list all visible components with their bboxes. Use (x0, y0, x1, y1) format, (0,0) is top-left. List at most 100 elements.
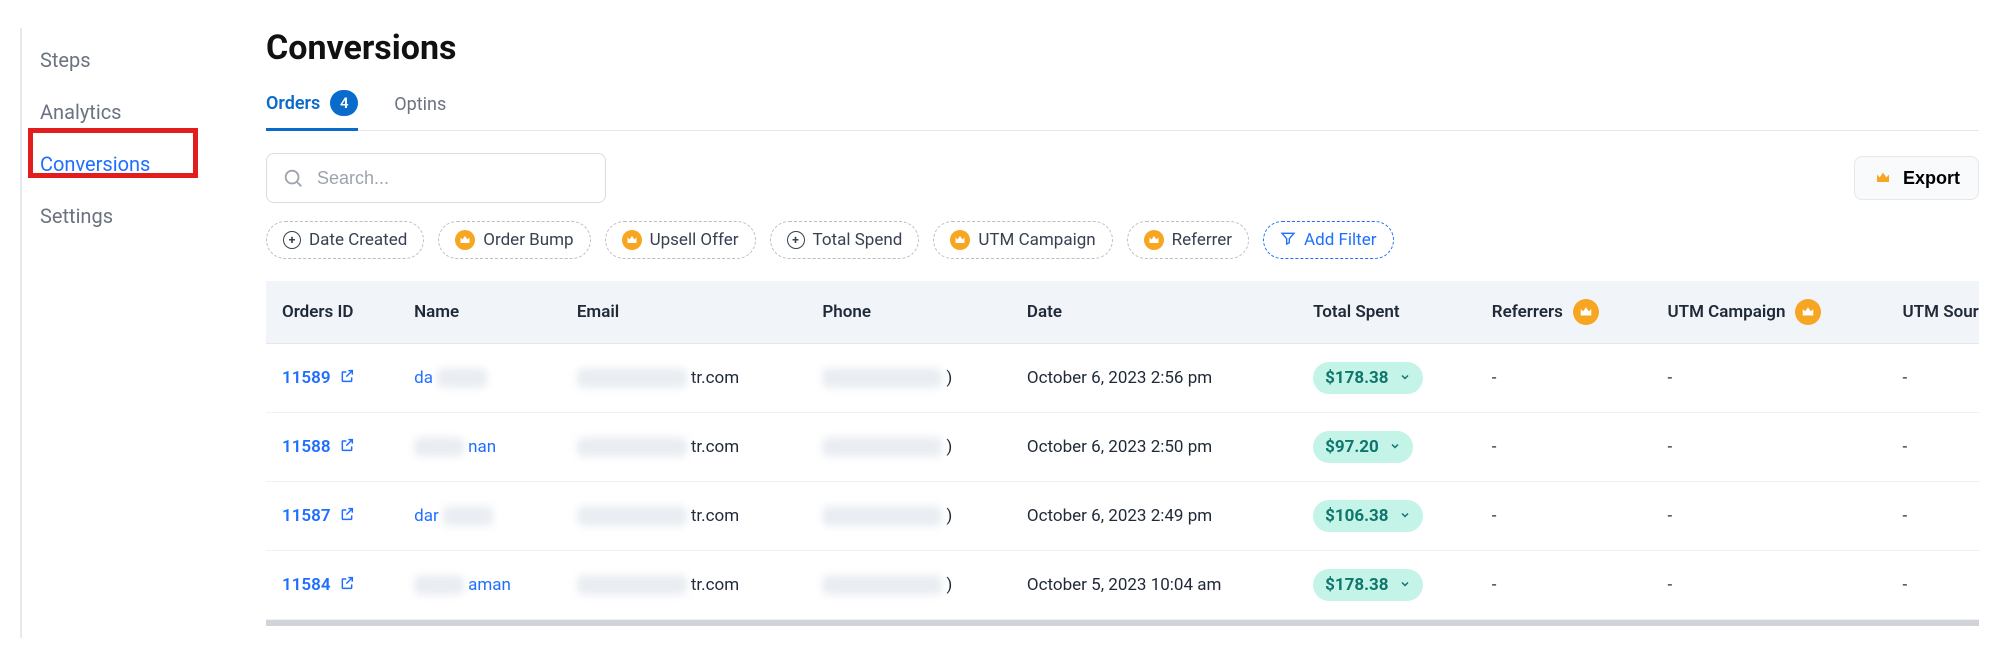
email-cell: tr.com (577, 368, 791, 388)
tab-label: Optins (394, 94, 446, 115)
orders-table: Orders ID Name Email Phone Date Total Sp… (266, 281, 1979, 620)
name-cell[interactable]: dar (414, 506, 545, 526)
sidebar-item-label: Conversions (40, 152, 150, 176)
col-name[interactable]: Name (398, 281, 561, 344)
col-date[interactable]: Date (1011, 281, 1297, 344)
chip-date-created[interactable]: + Date Created (266, 221, 424, 259)
plus-icon: + (787, 231, 805, 249)
chip-upsell-offer[interactable]: Upsell Offer (605, 221, 756, 259)
chip-referrer[interactable]: Referrer (1127, 221, 1249, 259)
col-total-spent[interactable]: Total Spent (1297, 281, 1476, 344)
search-wrap (266, 153, 606, 203)
sidebar: Steps Analytics Conversions Settings (20, 28, 250, 638)
col-label: UTM Source (1902, 302, 1979, 322)
search-input[interactable] (266, 153, 606, 203)
email-suffix: tr.com (691, 437, 739, 457)
col-utm-source[interactable]: UTM Source (1886, 281, 1979, 344)
external-link-icon (339, 506, 355, 527)
col-phone[interactable]: Phone (806, 281, 1011, 344)
col-label: Orders ID (282, 302, 353, 322)
order-id-link[interactable]: 11584 (282, 575, 355, 596)
total-spent-pill[interactable]: $97.20 (1313, 431, 1413, 463)
order-id: 11584 (282, 575, 331, 595)
utm-campaign-cell: - (1667, 506, 1672, 526)
redacted-email (577, 575, 687, 595)
toolbar: Export (266, 153, 1979, 203)
tab-label: Orders (266, 93, 320, 114)
chip-add-filter[interactable]: Add Filter (1263, 221, 1393, 259)
total-spent-pill[interactable]: $106.38 (1313, 500, 1422, 532)
utm-campaign-cell: - (1667, 575, 1672, 595)
redacted-email (577, 506, 687, 526)
name-prefix: dar (414, 506, 439, 526)
col-utm-campaign[interactable]: UTM Campaign (1651, 281, 1886, 344)
order-id-link[interactable]: 11587 (282, 506, 355, 527)
referrers-cell: - (1492, 575, 1497, 595)
col-label: Referrers (1492, 302, 1563, 322)
chip-order-bump[interactable]: Order Bump (438, 221, 590, 259)
date-cell: October 5, 2023 10:04 am (1027, 575, 1221, 595)
name-cell[interactable]: nan (414, 437, 545, 457)
export-button[interactable]: Export (1854, 156, 1979, 200)
col-label: Total Spent (1313, 302, 1400, 322)
external-link-icon (339, 575, 355, 596)
external-link-icon (339, 368, 355, 389)
referrers-cell: - (1492, 506, 1497, 526)
redacted-email (577, 368, 687, 388)
phone-suffix: ) (946, 368, 952, 388)
email-cell: tr.com (577, 437, 791, 457)
total-spent-pill[interactable]: $178.38 (1313, 362, 1422, 394)
redacted-phone (822, 575, 942, 595)
date-cell: October 6, 2023 2:50 pm (1027, 437, 1212, 457)
sidebar-item-label: Steps (40, 48, 91, 72)
sidebar-item-settings[interactable]: Settings (22, 190, 250, 242)
phone-cell: ) (822, 506, 995, 526)
email-suffix: tr.com (691, 575, 739, 595)
chevron-down-icon (1389, 440, 1401, 455)
chip-total-spend[interactable]: + Total Spend (770, 221, 920, 259)
email-cell: tr.com (577, 506, 791, 526)
order-id-link[interactable]: 11588 (282, 437, 355, 458)
phone-cell: ) (822, 575, 995, 595)
table-row: 11584 aman tr.com ) October 5, 2023 10:0… (266, 551, 1979, 620)
email-cell: tr.com (577, 575, 791, 595)
order-id-link[interactable]: 11589 (282, 368, 355, 389)
col-referrers[interactable]: Referrers (1476, 281, 1652, 344)
chevron-down-icon (1399, 578, 1411, 593)
col-label: Date (1027, 302, 1062, 322)
sidebar-item-conversions[interactable]: Conversions (22, 138, 250, 190)
crown-icon (1573, 299, 1599, 325)
redacted-phone (822, 506, 942, 526)
table-row: 11587 dar tr.com ) October 6, 2023 2:49 … (266, 482, 1979, 551)
referrers-cell: - (1492, 368, 1497, 388)
tab-orders[interactable]: Orders 4 (266, 90, 358, 131)
crown-icon (950, 230, 970, 250)
col-label: UTM Campaign (1667, 302, 1785, 322)
chip-utm-campaign[interactable]: UTM Campaign (933, 221, 1112, 259)
col-label: Phone (822, 302, 871, 322)
col-orders-id[interactable]: Orders ID (266, 281, 398, 344)
spent-value: $178.38 (1325, 575, 1388, 595)
external-link-icon (339, 437, 355, 458)
name-cell[interactable]: da (414, 368, 545, 388)
page-title: Conversions (266, 28, 1979, 68)
order-id: 11588 (282, 437, 331, 457)
sidebar-item-steps[interactable]: Steps (22, 34, 250, 86)
total-spent-pill[interactable]: $178.38 (1313, 569, 1422, 601)
export-label: Export (1903, 168, 1960, 189)
redacted-name (443, 506, 493, 526)
col-email[interactable]: Email (561, 281, 807, 344)
tab-optins[interactable]: Optins (394, 94, 446, 127)
tabs: Orders 4 Optins (266, 90, 1979, 131)
name-cell[interactable]: aman (414, 575, 545, 595)
orders-count-badge: 4 (330, 90, 358, 116)
phone-suffix: ) (946, 506, 952, 526)
orders-table-wrap[interactable]: Orders ID Name Email Phone Date Total Sp… (266, 281, 1979, 626)
sidebar-item-analytics[interactable]: Analytics (22, 86, 250, 138)
chip-label: Date Created (309, 230, 407, 250)
order-id: 11587 (282, 506, 331, 526)
filter-chips: + Date Created Order Bump Upsell Offer +… (266, 221, 1979, 259)
chip-label: Add Filter (1304, 230, 1376, 250)
chevron-down-icon (1399, 509, 1411, 524)
phone-suffix: ) (946, 437, 952, 457)
